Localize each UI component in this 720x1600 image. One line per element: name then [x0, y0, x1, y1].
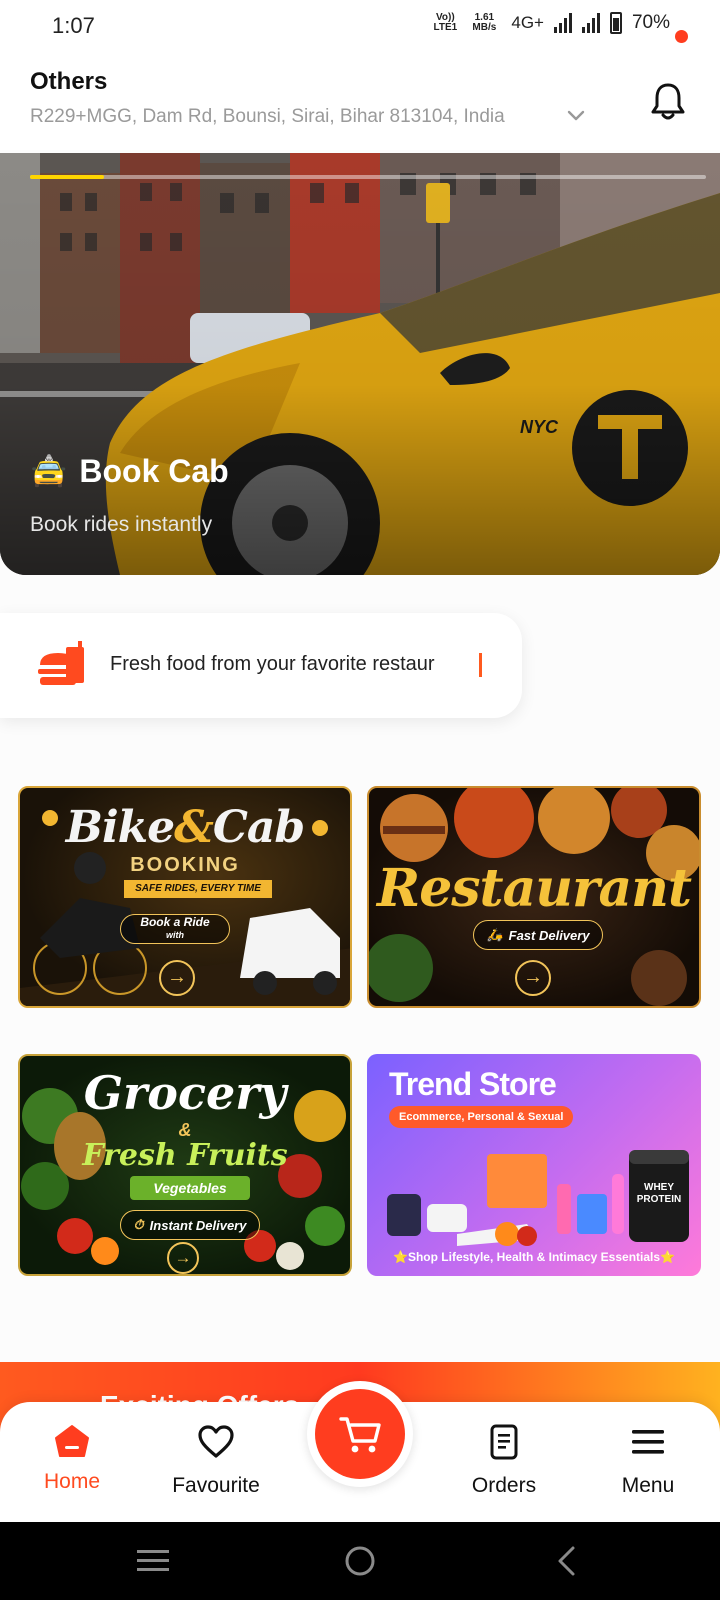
system-navigation-bar [0, 1522, 720, 1600]
hero-banner[interactable]: NYC 🚖 Book Cab Book rides instantly [0, 153, 720, 575]
instant-delivery-pill: ⏱ Instant Delivery [120, 1210, 260, 1240]
grocery-title: Grocery [83, 1066, 287, 1120]
hero-subtitle: Book rides instantly [30, 513, 213, 536]
fast-delivery-pill: 🛵 Fast Delivery [473, 920, 603, 950]
cart-button-circle [315, 1389, 405, 1479]
book-ride-pill: Book a Ride with [120, 914, 230, 944]
bike-cab-subtitle: BOOKING [130, 854, 240, 876]
scooter-icon: 🛵 [486, 927, 503, 942]
instant-delivery-label: Instant Delivery [149, 1217, 247, 1233]
heart-icon [198, 1425, 234, 1458]
bike-cab-booking-tile[interactable]: Bike&Cab BOOKING SAFE RIDES, EVERY TIME … [18, 786, 352, 1008]
status-bar: 1:07 Vo)) LTE1 1.61 MB/s 4G+ 70% [0, 0, 720, 52]
trend-store-footer: ⭐Shop Lifestyle, Health & Intimacy Essen… [393, 1250, 675, 1264]
nav-menu[interactable]: Menu [588, 1402, 708, 1522]
trend-store-tag: Ecommerce, Personal & Sexual [389, 1106, 574, 1128]
cart-icon [339, 1417, 381, 1453]
grocery-subtitle: Fresh Fruits [82, 1138, 288, 1173]
restaurant-title: Restaurant [376, 858, 692, 919]
hero-title-row: 🚖 Book Cab [30, 453, 229, 490]
location-title[interactable]: Others [30, 68, 107, 96]
nav-favourite[interactable]: Favourite [156, 1402, 276, 1522]
cart-button[interactable] [307, 1381, 413, 1487]
bike-cab-title: Bike&Cab [20, 802, 350, 853]
search-suggestion-chip[interactable]: Fresh food from your favorite restaur [0, 613, 522, 718]
chevron-down-icon[interactable] [566, 108, 586, 124]
fast-delivery-label: Fast Delivery [508, 927, 590, 943]
volte-indicator: Vo)) LTE1 [433, 12, 458, 33]
cab-title-word: Cab [212, 802, 305, 853]
book-ride-pill-sub: with [166, 930, 184, 940]
nav-orders-label: Orders [471, 1474, 537, 1497]
nav-menu-label: Menu [621, 1474, 675, 1497]
burger-drink-icon [38, 641, 84, 685]
hero-title: Book Cab [79, 453, 229, 489]
battery-percent: 70% [631, 12, 670, 33]
bike-title-word: Bike [65, 802, 175, 853]
trend-store-tile[interactable]: Trend Store Ecommerce, Personal & Sexual… [367, 1054, 701, 1276]
location-address[interactable]: R229+MGG, Dam Rd, Bounsi, Sirai, Bihar 8… [30, 106, 505, 128]
text-cursor [479, 653, 482, 677]
home-button-icon[interactable] [339, 1540, 381, 1582]
arrow-right-icon: → [159, 960, 195, 996]
hero-image: NYC [0, 153, 720, 575]
back-icon[interactable] [546, 1540, 588, 1582]
home-icon [55, 1425, 89, 1457]
arrow-right-icon: → [515, 960, 551, 996]
nav-orders[interactable]: Orders [444, 1402, 564, 1522]
grocery-tile[interactable]: Grocery & Fresh Fruits Vegetables ⏱ Inst… [18, 1054, 352, 1276]
trend-store-title: Trend Store [389, 1066, 557, 1102]
status-time: 1:07 [52, 13, 95, 38]
whey-protein-label: WHEY PROTEIN [636, 1182, 682, 1205]
network-speed: 1.61 MB/s [472, 12, 497, 33]
orders-icon [490, 1424, 518, 1460]
battery-icon [609, 12, 622, 34]
location-header: Others R229+MGG, Dam Rd, Bounsi, Sirai, … [0, 52, 720, 150]
stopwatch-icon: ⏱ [133, 1217, 144, 1232]
book-ride-pill-label: Book a Ride [140, 915, 210, 929]
menu-icon [632, 1430, 664, 1454]
notification-dot [675, 30, 688, 43]
notification-bell-icon[interactable] [648, 80, 688, 122]
restaurant-tile[interactable]: Restaurant 🛵 Fast Delivery → [367, 786, 701, 1008]
carousel-progress-fill [30, 175, 105, 179]
signal-icon-2 [581, 13, 600, 33]
vegetables-ribbon: Vegetables [130, 1176, 250, 1200]
bike-cab-ribbon: SAFE RIDES, EVERY TIME [124, 880, 272, 898]
nav-home[interactable]: Home [12, 1402, 132, 1522]
arrow-right-icon: → [167, 1242, 199, 1274]
signal-icon [553, 13, 572, 33]
carousel-progress [30, 175, 706, 179]
taxi-icon: 🚖 [30, 455, 68, 488]
food-chip-text: Fresh food from your favorite restaur [110, 653, 435, 675]
network-type: 4G+ [511, 13, 544, 32]
bike-title-amp: & [174, 802, 214, 853]
nav-favourite-label: Favourite [172, 1474, 260, 1497]
status-icons: Vo)) LTE1 1.61 MB/s 4G+ 70% [433, 12, 670, 34]
nav-home-label: Home [43, 1470, 101, 1493]
recent-apps-icon[interactable] [132, 1540, 174, 1582]
